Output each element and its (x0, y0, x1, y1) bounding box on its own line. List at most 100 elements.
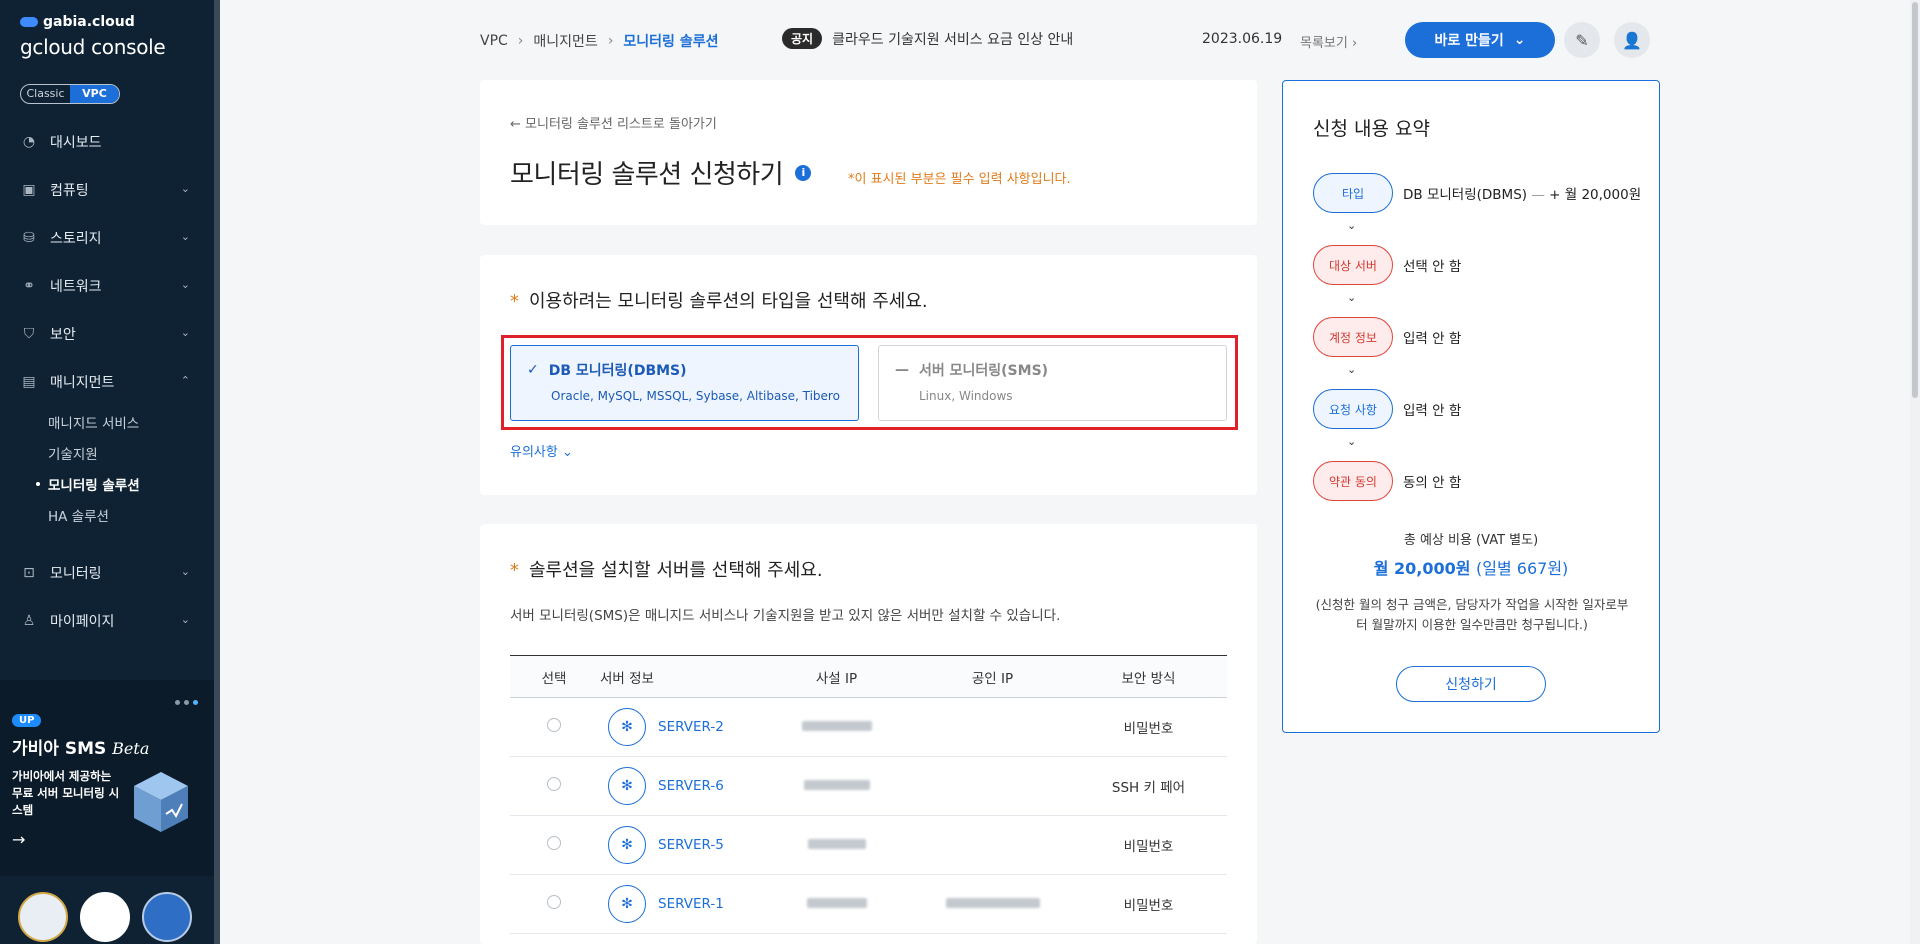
sidebar-item-management[interactable]: ▤ 매니지먼트 ⌃ (0, 358, 214, 406)
chat-button[interactable]: ✎ (1564, 22, 1600, 58)
check-icon: ✓ (527, 362, 539, 378)
chevron-down-icon: ⌄ (1347, 291, 1357, 304)
summary-step-terms: 약관 동의 동의 안 함 (1313, 461, 1641, 501)
server-radio[interactable] (547, 895, 561, 909)
breadcrumb-current: 모니터링 솔루션 (623, 34, 719, 50)
step-value: 동의 안 함 (1403, 475, 1462, 491)
promo-title: 가비아 SMS Beta (12, 739, 150, 759)
quick-create-button[interactable]: 바로 만들기 ⌄ (1405, 22, 1555, 58)
sidebar-subitem-tech-support[interactable]: 기술지원 (0, 437, 214, 468)
type-select-card: * 이용하려는 모니터링 솔루션의 타입을 선택해 주세요. ✓ DB 모니터링(D… (480, 255, 1257, 495)
sidebar-item-dashboard[interactable]: ◔ 대시보드 (0, 118, 214, 166)
caution-toggle[interactable]: 유의사항 ⌄ (510, 441, 573, 460)
auth-method: 비밀번호 (1070, 815, 1227, 875)
server-radio[interactable] (547, 836, 561, 850)
sidebar-item-security[interactable]: ⛉ 보안 ⌄ (0, 310, 214, 358)
server-name[interactable]: SERVER-6 (658, 778, 724, 794)
brand-logo[interactable]: gabia.cloud gcloud console (20, 14, 166, 59)
step-pill[interactable]: 약관 동의 (1313, 461, 1393, 501)
step-value: 입력 안 함 (1403, 331, 1462, 347)
breadcrumb-vpc[interactable]: VPC (480, 33, 508, 49)
breadcrumb: VPC › 매니지먼트 › 모니터링 솔루션 (480, 31, 718, 51)
private-ip-redacted (807, 839, 866, 849)
server-radio[interactable] (547, 777, 561, 791)
col-private-ip: 사설 IP (758, 655, 915, 698)
classic-vpc-toggle[interactable]: Classic VPC (20, 84, 120, 104)
sidebar-item-label: 마이페이지 (50, 614, 115, 630)
cloud-service-cert-icon (80, 892, 130, 942)
server-name[interactable]: SERVER-2 (658, 719, 724, 735)
step-pill[interactable]: 대상 서버 (1313, 245, 1393, 285)
sidebar-subitem-managed-service[interactable]: 매니지드 서비스 (0, 406, 214, 437)
sidebar-item-network[interactable]: ⚭ 네트워크 ⌄ (0, 262, 214, 310)
type-option-desc: Linux, Windows (919, 389, 1013, 403)
col-auth-method: 보안 방식 (1070, 655, 1227, 698)
toggle-classic[interactable]: Classic (21, 85, 70, 103)
sidebar-subitem-ha-solution[interactable]: HA 솔루션 (0, 499, 214, 530)
page-scrollbar[interactable] (1910, 0, 1920, 944)
chevron-down-icon: ⌄ (1513, 32, 1526, 48)
chevron-down-icon: ⌄ (180, 326, 190, 339)
summary-step-server: 대상 서버 선택 안 함 ⌄ (1313, 245, 1641, 304)
type-question: * 이용하려는 모니터링 솔루션의 타입을 선택해 주세요. (510, 291, 928, 312)
server-gear-icon: ✻ (608, 826, 646, 864)
title-card: ← 모니터링 솔루션 리스트로 돌아가기 모니터링 솔루션 신청하기 i *이 … (480, 80, 1257, 225)
back-to-list-link[interactable]: ← 모니터링 솔루션 리스트로 돌아가기 (510, 113, 717, 132)
col-public-ip: 공인 IP (915, 655, 1070, 698)
account-button[interactable]: 👤 (1614, 22, 1650, 58)
breadcrumb-separator: › (607, 33, 614, 49)
table-row[interactable]: ✻ SERVER-6 SSH 키 페어 (510, 756, 1227, 816)
step-pill[interactable]: 요청 사항 (1313, 389, 1393, 429)
notice-text[interactable]: 클라우드 기술지원 서비스 요금 인상 안내 (832, 29, 1073, 49)
sidebar-item-mypage[interactable]: ♙ 마이페이지 ⌄ (0, 597, 214, 645)
apply-button[interactable]: 신청하기 (1396, 666, 1546, 702)
shield-icon: ⛉ (23, 326, 35, 342)
sidebar-scrollbar[interactable] (214, 0, 220, 944)
server-name[interactable]: SERVER-5 (658, 837, 724, 853)
type-option-sms[interactable]: — 서버 모니터링(SMS) Linux, Windows (878, 345, 1227, 421)
carousel-dots[interactable] (175, 700, 198, 705)
private-ip-redacted (801, 721, 872, 731)
total-cost-value: 월 20,000원 (일별 667원) (1373, 559, 1569, 578)
type-option-desc: Oracle, MySQL, MSSQL, Sybase, Altibase, … (551, 389, 840, 403)
sidebar-item-label: 매니지먼트 (50, 375, 115, 391)
toggle-vpc[interactable]: VPC (70, 85, 119, 103)
chevron-down-icon: ⌄ (180, 565, 190, 578)
notice-list-link[interactable]: 목록보기 › (1300, 32, 1357, 51)
table-row[interactable]: ✻ SERVER-1 비밀번호 (510, 874, 1227, 934)
server-radio[interactable] (547, 718, 561, 732)
step-value: 입력 안 함 (1403, 403, 1462, 419)
col-server-info: 서버 정보 (598, 655, 758, 698)
step-value: DB 모니터링(DBMS) (1403, 187, 1528, 203)
sidebar-item-label: 보안 (50, 327, 76, 343)
step-pill[interactable]: 계정 정보 (1313, 317, 1393, 357)
scrollbar-thumb[interactable] (1912, 2, 1918, 398)
sidebar-subitem-monitoring-solution[interactable]: 모니터링 솔루션 (0, 468, 214, 499)
sidebar-item-computing[interactable]: ▣ 컴퓨팅 ⌄ (0, 166, 214, 214)
server-gear-icon: ✻ (608, 767, 646, 805)
server-select-card: * 솔루션을 설치할 서버를 선택해 주세요. 서버 모니터링(SMS)은 매니지… (480, 524, 1257, 944)
certification-badges (18, 892, 192, 942)
order-summary-panel: 신청 내용 요약 타입 DB 모니터링(DBMS) — + 월 20,000원 … (1282, 80, 1660, 733)
summary-step-request: 요청 사항 입력 안 함 ⌄ (1313, 389, 1641, 448)
server-name[interactable]: SERVER-1 (658, 896, 724, 912)
table-row[interactable]: ✻ SERVER-5 비밀번호 (510, 815, 1227, 875)
sidebar-item-storage[interactable]: ⛁ 스토리지 ⌄ (0, 214, 214, 262)
sidebar-item-label: 대시보드 (50, 135, 102, 151)
step-pill[interactable]: 타입 (1313, 173, 1393, 213)
info-icon[interactable]: i (795, 164, 812, 181)
arrow-right-icon[interactable]: → (12, 830, 25, 849)
sidebar-item-monitoring[interactable]: ⊡ 모니터링 ⌄ (0, 549, 214, 597)
breadcrumb-management[interactable]: 매니지먼트 (533, 31, 597, 51)
brand-small: gabia.cloud (43, 14, 135, 30)
chevron-down-icon: ⌄ (180, 278, 190, 291)
table-header-row: 선택 서버 정보 사설 IP 공인 IP 보안 방식 (510, 655, 1227, 698)
cpu-icon: ▣ (22, 182, 36, 198)
sms-promo-banner[interactable]: UP 가비아 SMS Beta 가비아에서 제공하는 무료 서버 모니터링 시스… (0, 680, 214, 876)
table-row[interactable]: ✻ SERVER-2 비밀번호 (510, 697, 1227, 757)
type-option-dbms[interactable]: ✓ DB 모니터링(DBMS) Oracle, MySQL, MSSQL, Syb… (510, 345, 859, 421)
user-icon: 👤 (1622, 30, 1642, 50)
notice-date: 2023.06.19 (1202, 31, 1283, 47)
notice-bar[interactable]: 공지 클라우드 기술지원 서비스 요금 인상 안내 (782, 28, 1073, 49)
summary-step-type: 타입 DB 모니터링(DBMS) — + 월 20,000원 ⌄ (1313, 173, 1641, 232)
